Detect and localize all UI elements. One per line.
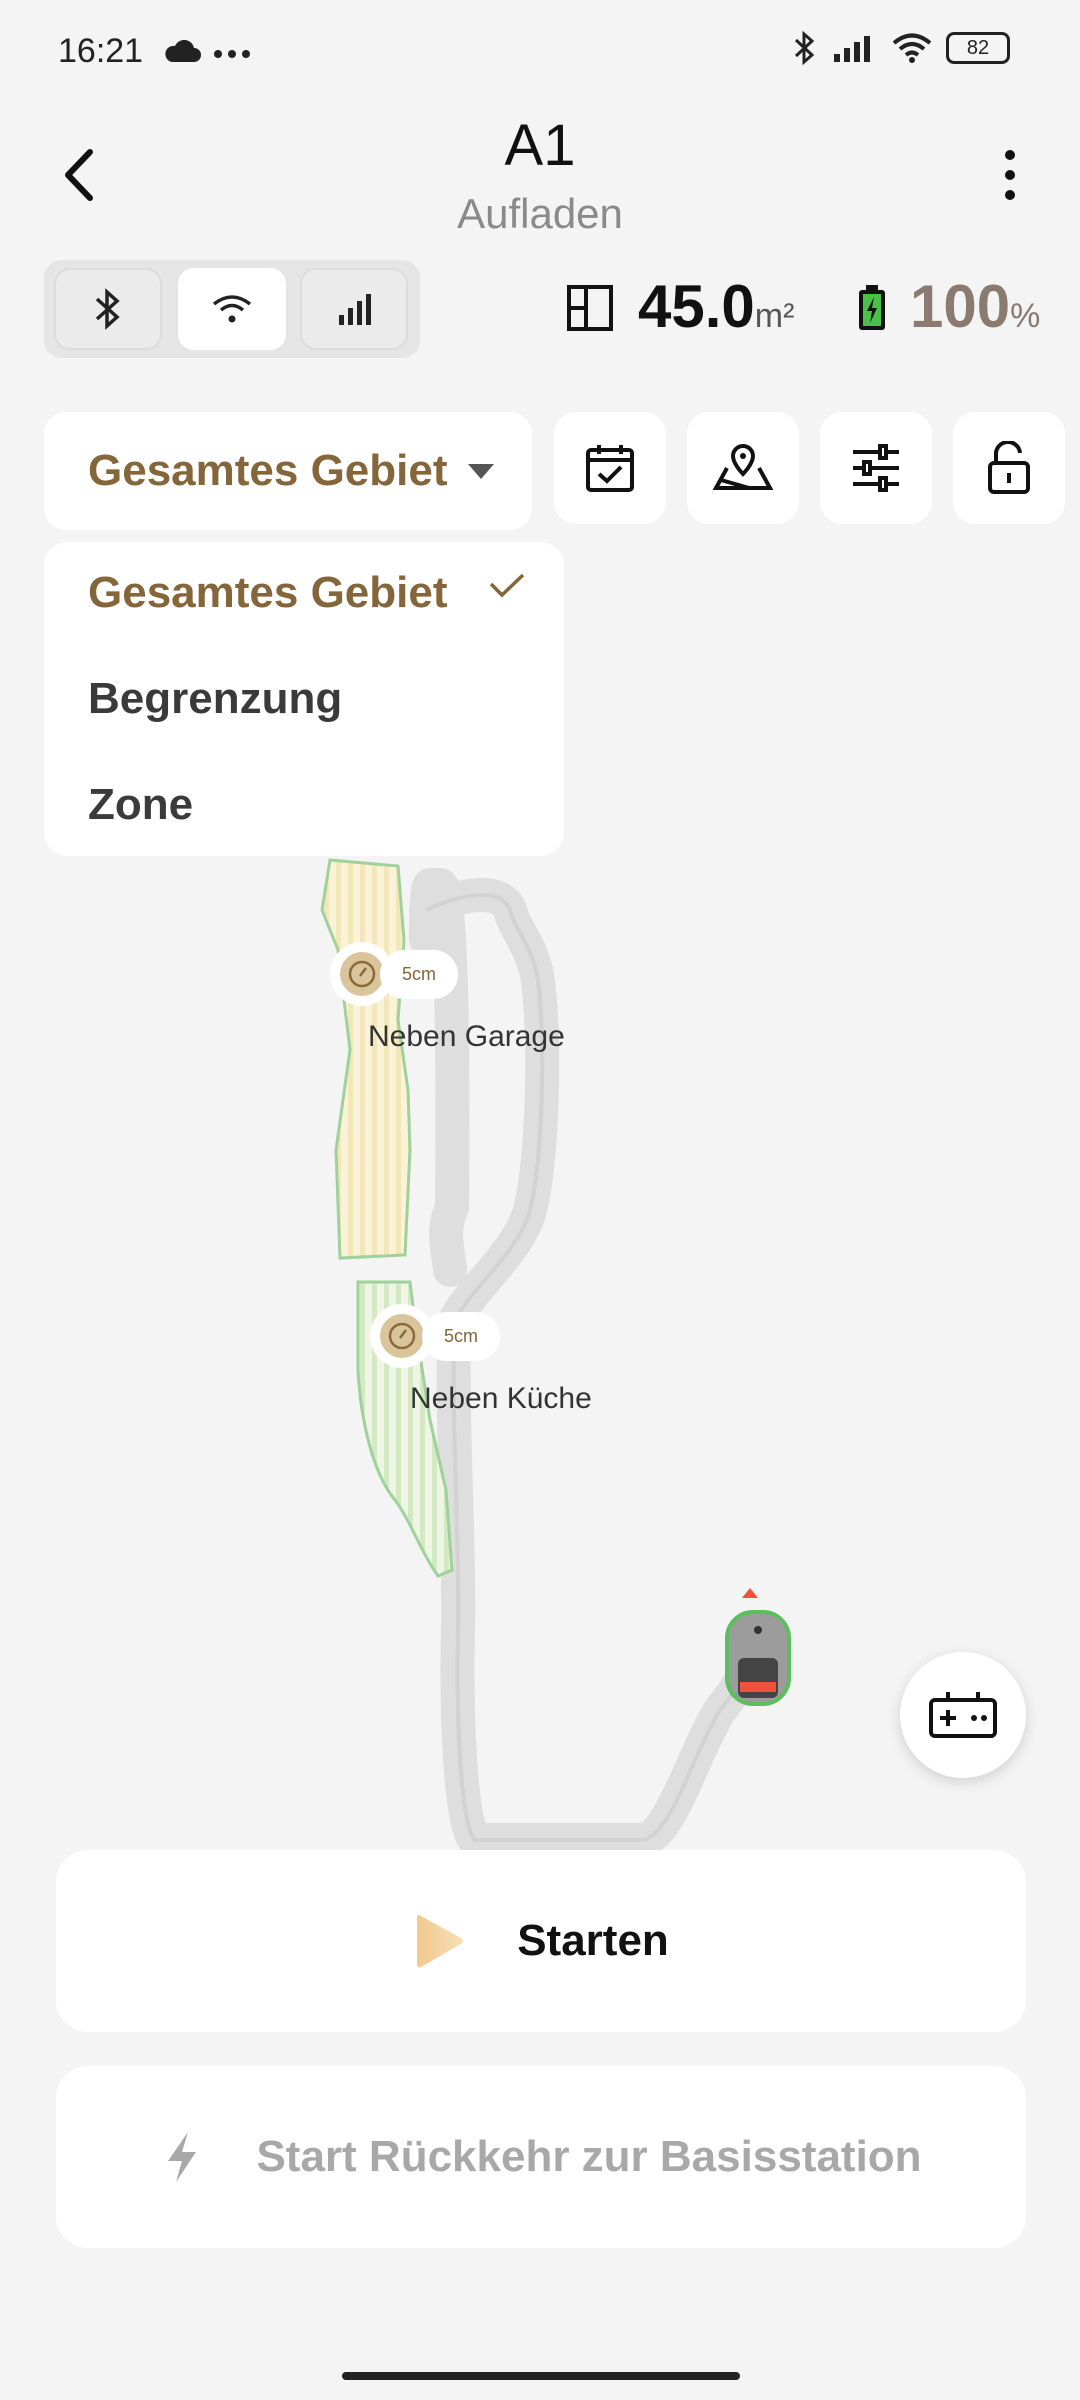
page-subtitle: Aufladen <box>457 190 623 237</box>
start-button[interactable]: Starten <box>56 1850 1026 2032</box>
area-select-value: Gesamtes Gebiet <box>88 446 448 495</box>
more-menu-icon[interactable] <box>980 145 1040 205</box>
battery-charging-icon <box>859 285 885 330</box>
settings-button[interactable] <box>820 412 932 524</box>
schedule-button[interactable] <box>554 412 666 524</box>
remote-control-button[interactable] <box>900 1652 1026 1778</box>
map-edit-icon <box>713 443 773 490</box>
area-unit: m² <box>754 297 795 335</box>
mower-battery: 100% <box>910 273 1041 340</box>
dropdown-option-zone[interactable]: Zone <box>88 780 193 830</box>
compass-icon <box>380 1314 424 1358</box>
bluetooth-mode-button[interactable] <box>54 268 162 350</box>
check-icon <box>489 573 525 598</box>
wifi-mode-button[interactable] <box>178 268 286 350</box>
battery-indicator: 82 <box>946 32 1010 64</box>
battery-unit: % <box>1010 297 1041 335</box>
schedule-icon <box>586 445 634 492</box>
zone-label: Neben Garage <box>368 1020 565 1053</box>
return-to-base-button[interactable]: Start Rückkehr zur Basisstation <box>56 2066 1026 2248</box>
dropdown-option-begrenzung[interactable]: Begrenzung <box>88 674 342 724</box>
lightning-icon <box>168 2132 197 2182</box>
zone-label: Neben Küche <box>410 1382 592 1415</box>
map-edit-button[interactable] <box>687 412 799 524</box>
signal-icon <box>834 36 870 62</box>
settings-sliders-icon <box>853 444 899 492</box>
status-icons: 82 <box>792 30 1010 66</box>
bluetooth-icon <box>794 30 815 66</box>
more-dots-icon <box>214 50 250 58</box>
play-icon <box>417 1914 464 1968</box>
unlock-icon <box>988 441 1030 494</box>
cut-height-tag: 5cm <box>380 950 459 999</box>
gamepad-icon <box>929 1692 997 1738</box>
mowing-area: 45.0m² <box>638 273 795 340</box>
cut-height-tag: 5cm <box>422 1312 501 1361</box>
return-label: Start Rückkehr zur Basisstation <box>256 2132 922 2181</box>
wifi-icon <box>892 33 932 63</box>
cellular-mode-button[interactable] <box>300 268 408 350</box>
area-select-dropdown[interactable]: Gesamtes Gebiet <box>44 412 532 530</box>
area-dropdown-menu: Gesamtes Gebiet Begrenzung Zone <box>44 542 564 856</box>
start-label: Starten <box>517 1916 669 1965</box>
dropdown-option-gesamtes-gebiet[interactable]: Gesamtes Gebiet <box>88 568 448 618</box>
caret-down-icon <box>468 464 494 479</box>
page-title: A1 <box>504 113 576 178</box>
connection-mode-group <box>44 260 420 358</box>
wifi-icon <box>212 295 252 323</box>
bluetooth-icon <box>95 288 120 330</box>
compass-icon <box>340 952 384 996</box>
status-time: 16:21 <box>58 32 144 70</box>
cellular-icon <box>339 294 371 325</box>
lock-button[interactable] <box>953 412 1065 524</box>
home-indicator[interactable] <box>342 2372 740 2380</box>
area-icon <box>567 285 613 331</box>
cloud-icon <box>165 40 201 62</box>
